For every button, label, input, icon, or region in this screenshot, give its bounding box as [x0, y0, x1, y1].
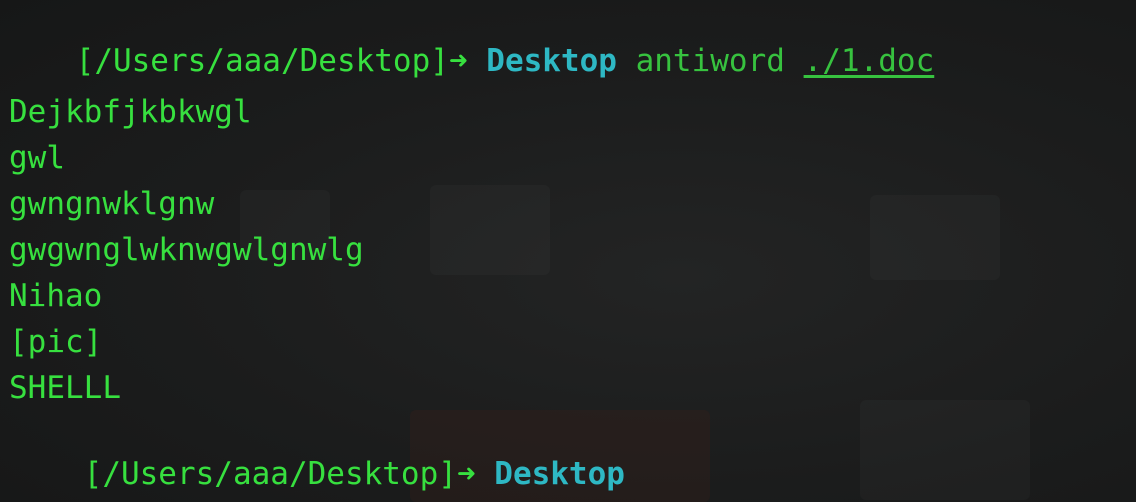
prompt-line: [/Users/aaa/Desktop]➜ Desktop	[9, 414, 625, 492]
prompt-current-dir: Desktop	[486, 43, 617, 79]
output-line: gwgwnglwknwgwlgnwlg	[9, 232, 364, 268]
background-blur-shape	[430, 185, 550, 275]
prompt-path: [/Users/aaa/Desktop]	[75, 43, 449, 79]
command-argument: ./1.doc	[803, 43, 935, 79]
prompt-current-dir: Desktop	[494, 456, 625, 492]
prompt-arrow-icon: ➜	[456, 456, 476, 492]
prompt-arrow-icon: ➜	[448, 43, 468, 79]
terminal-window[interactable]: [/Users/aaa/Desktop]➜ Desktop antiword .…	[0, 0, 1136, 502]
background-blur-shape	[870, 195, 1000, 280]
output-line: [pic]	[9, 324, 103, 360]
prompt-path: [/Users/aaa/Desktop]	[83, 456, 457, 492]
output-line: gwngnwklgnw	[9, 186, 215, 222]
command-name: antiword	[635, 43, 785, 79]
output-line: gwl	[9, 140, 65, 176]
background-blur-shape	[860, 400, 1030, 500]
output-line: Dejkbfjkbkwgl	[9, 94, 252, 130]
output-line: Nihao	[9, 278, 103, 314]
output-line: SHELLL	[9, 370, 121, 406]
prompt-line: [/Users/aaa/Desktop]➜ Desktop antiword .…	[9, 1, 935, 79]
